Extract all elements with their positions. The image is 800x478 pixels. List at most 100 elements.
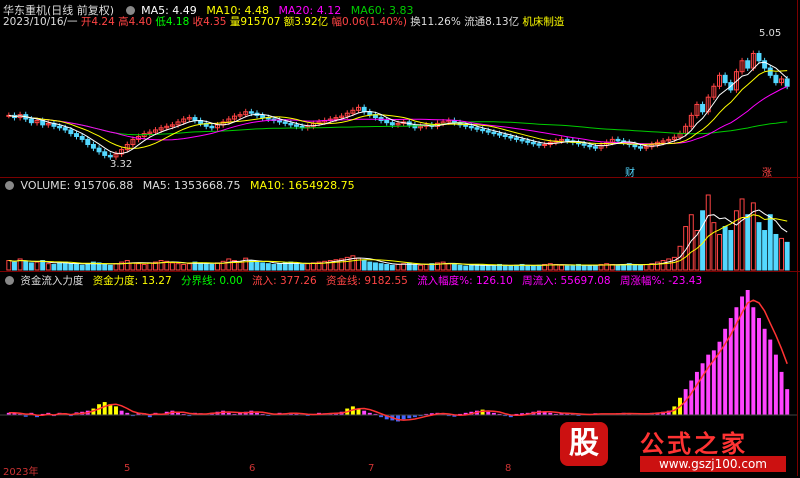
volume-bar: [6, 260, 12, 271]
flow-bar: [745, 290, 750, 415]
candle-body: [784, 78, 790, 87]
candle-body: [107, 154, 113, 158]
volume-bar: [198, 262, 204, 271]
volume-bar: [254, 261, 260, 271]
volume-bar: [28, 262, 34, 271]
volume-bar: [660, 260, 666, 271]
volume-bar: [773, 233, 779, 271]
candle-body: [542, 144, 548, 147]
candle-body: [57, 125, 63, 129]
candle-body: [592, 146, 598, 149]
badge-cai[interactable]: 财: [625, 164, 635, 179]
volume-bar: [559, 264, 565, 271]
flow-bar: [396, 415, 400, 422]
volume-bar: [739, 198, 745, 271]
flow-bar: [401, 415, 406, 420]
volume-bar: [215, 262, 220, 271]
flow-bar: [751, 307, 756, 415]
volume-bar: [592, 264, 598, 271]
flow-bar: [706, 354, 711, 415]
volume-bar: [615, 264, 621, 271]
candle-body: [497, 133, 502, 136]
candle-body: [530, 141, 536, 145]
candle-body: [491, 131, 497, 135]
chart-canvas[interactable]: [0, 0, 800, 476]
volume-bar: [446, 263, 452, 271]
volume-bar: [508, 265, 514, 271]
candle-body: [361, 106, 367, 113]
candle-body: [468, 125, 474, 129]
flow-bar: [114, 406, 118, 415]
volume-bar: [480, 264, 486, 271]
candle-body: [722, 74, 728, 84]
candle-body: [74, 133, 79, 138]
flow-bar: [773, 354, 778, 415]
volume-bar: [186, 263, 192, 271]
candle-body: [632, 144, 638, 148]
volume-bar: [34, 261, 40, 271]
volume-bar: [367, 261, 373, 271]
candle-body: [615, 138, 621, 142]
volume-bar: [57, 262, 63, 271]
volume-bar: [666, 258, 672, 271]
volume-bar: [491, 264, 497, 271]
candle-body: [756, 52, 762, 62]
volume-bar: [51, 263, 57, 271]
volume-bar: [294, 263, 299, 271]
badge-zhang[interactable]: 涨: [762, 164, 772, 179]
volume-bar: [423, 263, 429, 271]
volume-bar: [485, 265, 491, 271]
candle-body: [384, 119, 390, 124]
flow-bar: [694, 371, 699, 415]
candle-body: [85, 138, 91, 146]
volume-bar: [226, 258, 232, 271]
volume-bar: [513, 264, 519, 271]
volume-bar: [372, 262, 378, 271]
volume-bar: [136, 263, 142, 271]
volume-bar: [147, 262, 153, 271]
volume-bar: [378, 263, 384, 271]
volume-bar: [570, 264, 576, 271]
flow-bar: [102, 402, 107, 415]
volume-bar: [237, 261, 243, 271]
volume-bar: [271, 263, 277, 271]
volume-bar: [79, 264, 85, 271]
volume-bar: [756, 222, 762, 271]
candle-body: [502, 134, 508, 138]
high-price-annotation: 5.05: [759, 28, 782, 39]
volume-bar: [468, 264, 474, 271]
candle-body: [773, 74, 779, 84]
watermark-url[interactable]: www.gszj100.com: [640, 456, 786, 472]
flow-bar: [779, 371, 784, 415]
candle-body: [700, 103, 706, 113]
candle-body: [102, 151, 108, 156]
candle-body: [745, 60, 751, 69]
candle-body: [581, 143, 587, 146]
candle-body: [587, 144, 593, 148]
flow-bar: [768, 339, 773, 415]
candle-body: [480, 128, 486, 132]
candle-body: [209, 125, 215, 129]
volume-bar: [418, 264, 424, 271]
volume-bar: [463, 265, 469, 271]
flow-bar: [689, 380, 694, 415]
volume-bar: [68, 263, 74, 271]
volume-bar: [305, 263, 311, 271]
candle-body: [192, 117, 198, 121]
volume-bar: [536, 264, 542, 271]
volume-bar: [451, 263, 457, 271]
candle-body: [62, 127, 68, 131]
volume-bar: [700, 210, 706, 271]
volume-bar: [638, 264, 644, 271]
volume-bar: [643, 263, 649, 271]
month-label-2: 6: [249, 463, 256, 474]
volume-bar: [169, 262, 175, 271]
month-label-1: 5: [124, 463, 131, 474]
volume-bar: [395, 263, 401, 271]
volume-bar: [260, 262, 266, 271]
volume-bar: [23, 260, 29, 271]
volume-bar: [384, 263, 390, 271]
candle-body: [68, 129, 74, 135]
fund-line: [8, 299, 788, 421]
candle-body: [508, 136, 514, 139]
